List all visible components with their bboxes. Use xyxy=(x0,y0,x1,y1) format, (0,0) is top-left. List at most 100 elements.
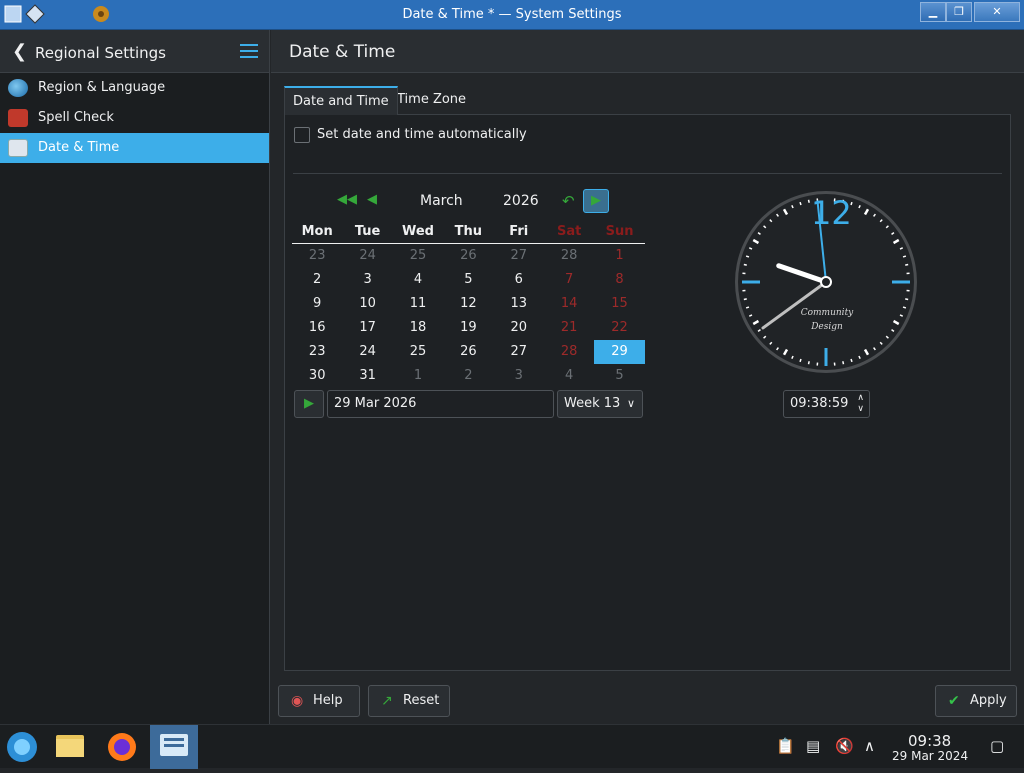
calendar-day[interactable]: 24 xyxy=(342,244,392,268)
apply-button[interactable]: ✔ Apply xyxy=(935,685,1017,717)
reset-icon: ↗ xyxy=(381,686,393,716)
calendar-day[interactable]: 2 xyxy=(443,364,493,388)
back-arrow-icon[interactable]: ❮ xyxy=(12,41,27,62)
calendar-day[interactable]: 7 xyxy=(544,268,594,292)
calendar-day[interactable]: 5 xyxy=(443,268,493,292)
calendar-day[interactable]: 20 xyxy=(494,316,544,340)
calendar-day[interactable]: 1 xyxy=(594,244,644,268)
calendar-day[interactable]: 4 xyxy=(393,268,443,292)
sidebar-header: ❮ Regional Settings xyxy=(0,30,269,73)
start-menu-icon[interactable] xyxy=(0,725,48,769)
calendar-day[interactable]: 18 xyxy=(393,316,443,340)
maximize-button[interactable]: ❐ xyxy=(946,2,972,22)
calendar-day[interactable]: 14 xyxy=(544,292,594,316)
auto-time-checkbox[interactable] xyxy=(294,127,310,143)
calendar-day[interactable]: 28 xyxy=(544,244,594,268)
calendar-day[interactable]: 31 xyxy=(342,364,392,388)
calendar-day[interactable]: 26 xyxy=(443,244,493,268)
battery-icon[interactable]: ▤ xyxy=(806,737,820,755)
window-title: Date & Time * — System Settings xyxy=(0,7,1024,22)
calendar-day[interactable]: 15 xyxy=(594,292,644,316)
next-month-button[interactable]: ▶ xyxy=(583,189,609,213)
calendar-day[interactable]: 4 xyxy=(544,364,594,388)
tab-date-and-time[interactable]: Date and Time xyxy=(284,86,398,115)
time-spinbox[interactable]: 09:38:59 ∧∨ xyxy=(783,390,870,418)
calendar-day[interactable]: 3 xyxy=(494,364,544,388)
calendar-week-row: 23242526272829 xyxy=(292,340,645,364)
reset-button[interactable]: ↗ Reset xyxy=(368,685,450,717)
apply-label: Apply xyxy=(970,693,1007,708)
sidebar-item-label: Spell Check xyxy=(38,110,114,125)
calendar-day[interactable]: 6 xyxy=(494,268,544,292)
next-month-icon: ▶ xyxy=(591,193,601,208)
clock-tick xyxy=(744,265,747,266)
clock-tick xyxy=(746,256,749,257)
prev-year-icon[interactable]: ◀◀ xyxy=(337,192,357,207)
clock-12-label: 12 xyxy=(811,194,852,232)
date-field[interactable]: 29 Mar 2026 xyxy=(327,390,554,418)
calendar-day[interactable]: 11 xyxy=(393,292,443,316)
calendar-day[interactable]: 28 xyxy=(544,340,594,364)
year-label[interactable]: 2026 xyxy=(503,193,539,209)
sidebar-item-date-time[interactable]: Date & Time xyxy=(0,133,269,163)
clock-brand-line2: Design xyxy=(797,320,857,334)
calendar-day[interactable]: 23 xyxy=(292,340,342,364)
calendar-day[interactable]: 25 xyxy=(393,244,443,268)
calendar-day[interactable]: 29 xyxy=(594,340,644,364)
time-value: 09:38:59 xyxy=(790,396,848,411)
today-icon[interactable]: ↶ xyxy=(562,192,575,210)
calendar-day[interactable]: 5 xyxy=(594,364,644,388)
week-select[interactable]: Week 13 ∨ xyxy=(557,390,643,418)
calendar-week-row: 303112345 xyxy=(292,364,645,388)
calendar-day[interactable]: 12 xyxy=(443,292,493,316)
today-button[interactable]: ▶ xyxy=(294,390,324,418)
calendar-day[interactable]: 26 xyxy=(443,340,493,364)
calendar-day[interactable]: 25 xyxy=(393,340,443,364)
calendar-day[interactable]: 30 xyxy=(292,364,342,388)
weekday-header: Mon xyxy=(292,220,342,244)
taskbar-time[interactable]: 09:38 xyxy=(908,732,951,750)
file-manager-icon[interactable] xyxy=(46,725,94,769)
month-label[interactable]: March xyxy=(420,193,463,209)
prev-month-icon[interactable]: ◀ xyxy=(367,192,377,207)
taskbar-date[interactable]: 29 Mar 2024 xyxy=(892,749,968,763)
calendar-day[interactable]: 17 xyxy=(342,316,392,340)
calendar-day[interactable]: 27 xyxy=(494,340,544,364)
volume-muted-icon[interactable]: 🔇 xyxy=(835,737,854,755)
show-desktop-icon[interactable]: ▢ xyxy=(990,737,1004,755)
calendar-day[interactable]: 21 xyxy=(544,316,594,340)
calendar-day[interactable]: 19 xyxy=(443,316,493,340)
calendar-day[interactable]: 16 xyxy=(292,316,342,340)
chevron-up-icon[interactable]: ∧ xyxy=(864,737,875,755)
checkmark-icon: ✔ xyxy=(948,686,960,716)
calendar-day[interactable]: 13 xyxy=(494,292,544,316)
firefox-icon[interactable] xyxy=(98,725,146,769)
calendar-day[interactable]: 3 xyxy=(342,268,392,292)
minimize-button[interactable]: ▁ xyxy=(920,2,946,22)
clipboard-icon[interactable]: 📋 xyxy=(776,737,795,755)
tab-time-zone[interactable]: Time Zone xyxy=(389,86,474,115)
calendar-icon xyxy=(8,139,28,157)
hamburger-menu-icon[interactable] xyxy=(240,44,258,58)
help-button[interactable]: ◉ Help xyxy=(278,685,360,717)
calendar-day[interactable]: 10 xyxy=(342,292,392,316)
calendar-day[interactable]: 22 xyxy=(594,316,644,340)
system-settings-task-icon[interactable] xyxy=(150,725,198,769)
close-button[interactable]: ✕ xyxy=(974,2,1020,22)
calendar-day[interactable]: 23 xyxy=(292,244,342,268)
calendar-day[interactable]: 2 xyxy=(292,268,342,292)
spin-arrows-icon[interactable]: ∧∨ xyxy=(857,393,864,415)
calendar-day[interactable]: 1 xyxy=(393,364,443,388)
calendar-day[interactable]: 9 xyxy=(292,292,342,316)
clock-tick xyxy=(905,299,908,300)
calendar-day[interactable]: 8 xyxy=(594,268,644,292)
calendar-body: 2324252627281234567891011121314151617181… xyxy=(292,244,645,388)
sidebar-item-label: Region & Language xyxy=(38,80,165,95)
sidebar-item-region-language[interactable]: Region & Language xyxy=(0,73,269,103)
calendar-day[interactable]: 24 xyxy=(342,340,392,364)
calendar-day[interactable]: 27 xyxy=(494,244,544,268)
clock-tick xyxy=(905,265,908,266)
clock-tick xyxy=(843,361,844,364)
sidebar-item-label: Date & Time xyxy=(38,140,119,155)
sidebar-item-spell-check[interactable]: Spell Check xyxy=(0,103,269,133)
